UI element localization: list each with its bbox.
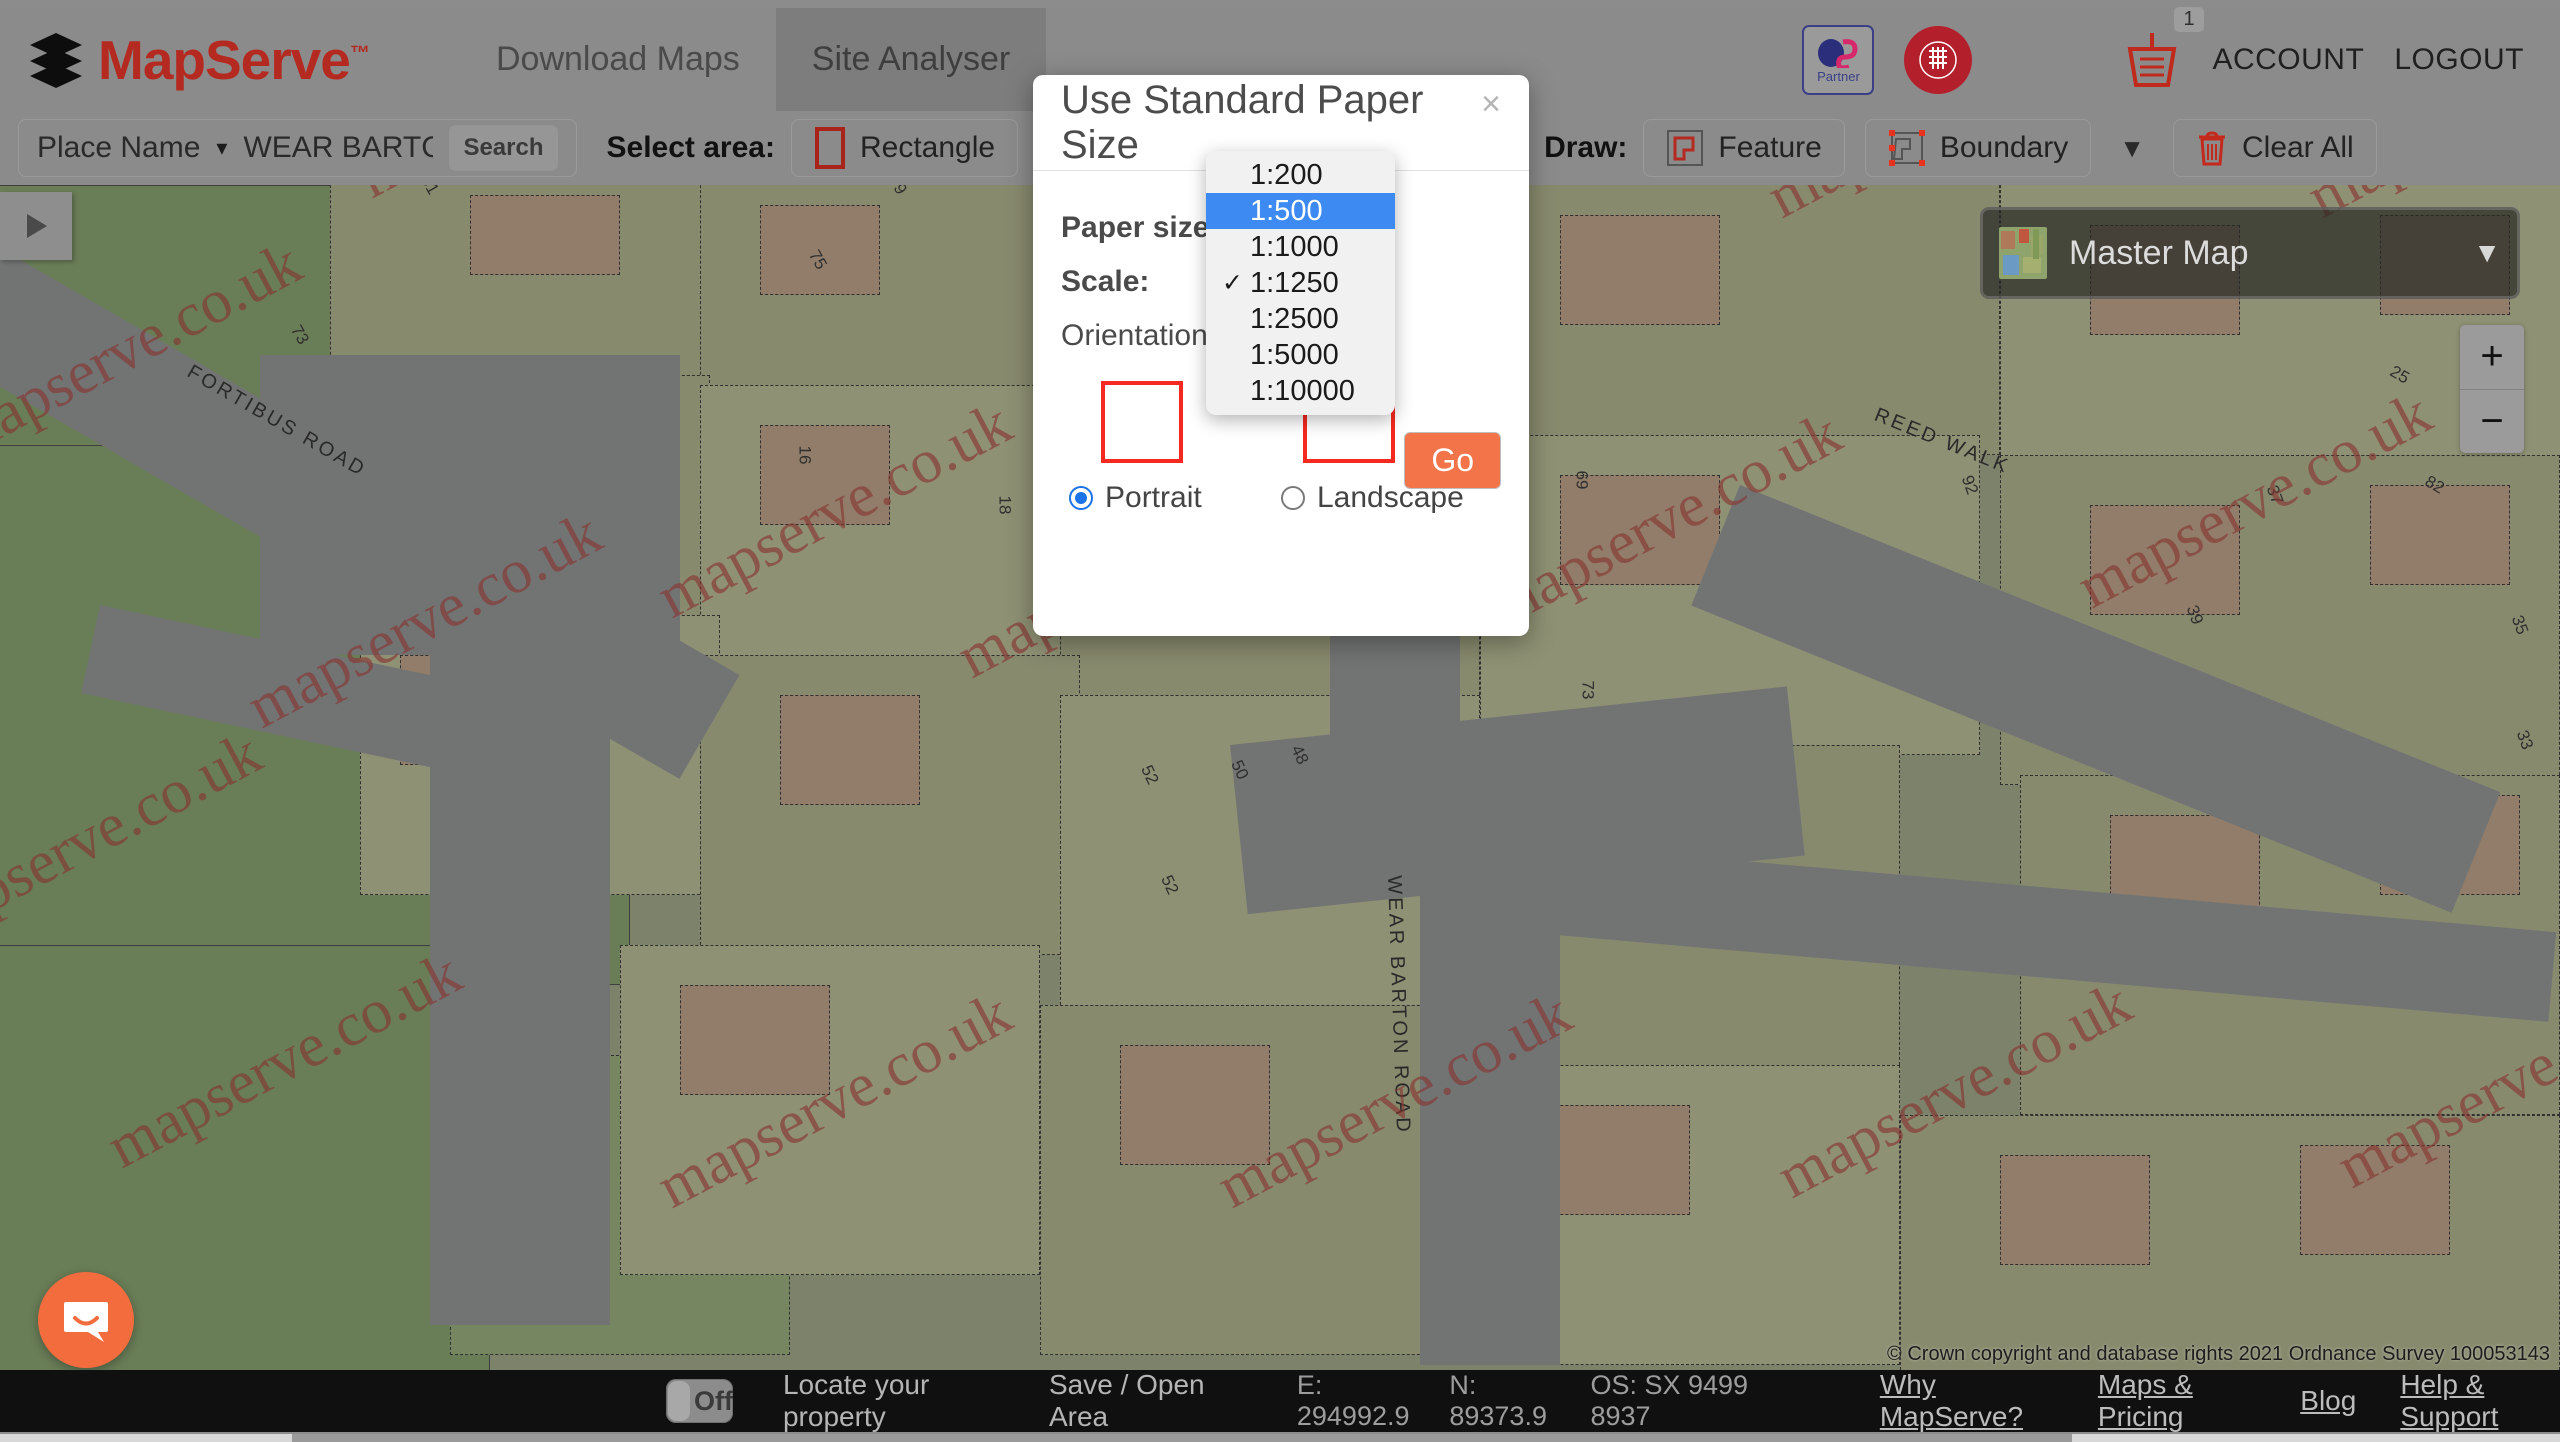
easting-value: E: 294992.9 [1296,1370,1410,1431]
blog-link[interactable]: Blog [2300,1385,2356,1417]
paper-size-label: Paper size: [1061,211,1220,244]
trademark-symbol: ™ [349,42,370,65]
toggle-knob [668,1381,690,1421]
scale-option-label: 1:1000 [1250,230,1339,263]
landscape-radio[interactable] [1281,486,1305,510]
side-panel-toggle-button[interactable] [0,192,72,260]
trash-icon [2198,131,2225,166]
scale-option-label: 1:10000 [1250,374,1355,407]
riba-seal-icon [1912,33,1965,86]
logo[interactable]: MapServe™ [0,28,460,92]
chevron-down-icon: ▼ [2473,237,2501,268]
header-right-group: Partner 1 ACCOUNT LOGOUT [1802,6,2560,95]
house-number: 69 [1572,470,1592,490]
feature-label: Feature [1718,131,1822,164]
os-logo-icon [1818,39,1858,68]
os-grid-value: OS: SX 9499 8937 [1590,1370,1749,1431]
draw-feature-button[interactable]: Feature [1643,119,1845,177]
maps-pricing-link[interactable]: Maps & Pricing [2098,1369,2256,1433]
scale-option-label: 1:2500 [1250,302,1339,335]
rectangle-label: Rectangle [859,131,996,164]
basket-count-badge: 1 [2174,6,2204,32]
basket[interactable]: 1 [2122,6,2204,91]
layer-thumbnail [1999,227,2047,279]
house-number: 73 [1578,680,1598,700]
close-icon[interactable]: × [1481,85,1501,124]
draw-options-caret[interactable]: ▼ [2119,133,2145,164]
feature-icon [1667,130,1704,166]
portrait-preview-icon [1101,381,1183,463]
search-button[interactable]: Search [449,125,558,171]
scale-option-label: 1:200 [1250,158,1323,191]
scale-option[interactable]: 1:1000 [1206,229,1395,265]
select-area-rectangle-button[interactable]: Rectangle [790,119,1019,177]
scale-option-label: 1:1250 [1250,266,1339,299]
scale-label: Scale: [1061,265,1150,298]
orientation-label: Orientation [1061,319,1208,352]
select-area-label: Select area: [606,131,775,164]
draw-label: Draw: [1544,131,1628,164]
zoom-controls: + − [2460,325,2524,453]
locate-property-toggle[interactable]: Off [666,1379,733,1423]
os-partner-badge: Partner [1802,24,1875,95]
scale-option[interactable]: 1:200 [1206,157,1395,193]
house-number: 16 [795,445,815,465]
main-nav: Download Maps Site Analyser [460,8,1047,111]
chat-launcher-button[interactable] [38,1272,134,1368]
layer-selector[interactable]: Master Map ▼ [1980,207,2520,299]
boundary-icon [1888,130,1925,166]
toggle-state-label: Off [694,1385,733,1416]
layer-selector-label: Master Map [2069,233,2249,272]
portrait-label: Portrait [1105,481,1202,514]
status-bar: Off Locate your property Save / Open Are… [0,1369,2560,1433]
scale-option[interactable]: ✓ 1:1250 [1206,265,1395,301]
map-thumbnail-icon [1999,227,2047,279]
chevron-down-icon[interactable]: ▾ [216,135,227,161]
app-root: FORTIBUS ROAD WEAR BARTON ROAD REED WALK… [0,0,2560,1442]
search-input[interactable] [243,131,434,165]
check-icon: ✓ [1222,269,1243,297]
nav-item-download-maps[interactable]: Download Maps [460,8,776,111]
go-button[interactable]: Go [1404,432,1501,489]
boundary-label: Boundary [1939,131,2069,164]
house-number: 18 [995,495,1015,515]
play-triangle-icon [27,214,47,238]
draw-boundary-button[interactable]: Boundary [1864,119,2092,177]
zoom-in-button[interactable]: + [2460,325,2524,389]
nav-item-site-analyser[interactable]: Site Analyser [775,8,1047,111]
zoom-out-button[interactable]: − [2460,388,2524,454]
intercom-chat-icon [64,1302,108,1342]
portrait-radio-line[interactable]: Portrait [1069,481,1202,515]
clear-all-button[interactable]: Clear All [2172,119,2377,177]
scale-option-label: 1:5000 [1250,338,1339,371]
scale-option-label: 1:500 [1250,194,1323,227]
clear-all-label: Clear All [2241,131,2354,164]
scale-option[interactable]: 1:2500 [1206,301,1395,337]
os-partner-label: Partner [1817,69,1860,84]
logo-wordmark: MapServe [98,28,351,91]
riba-cpd-badge [1904,25,1973,94]
rectangle-icon [814,127,845,169]
layers-icon [30,32,82,88]
scale-option[interactable]: 1:5000 [1206,337,1395,373]
search-group: Place Name ▾ Search [18,119,577,177]
scale-dropdown-popup[interactable]: 1:200 1:500 1:1000 ✓ 1:1250 1:2500 1:500… [1206,151,1395,415]
logout-link[interactable]: LOGOUT [2394,43,2524,77]
locate-property-label: Locate your property [782,1369,930,1432]
portrait-radio[interactable] [1069,486,1093,510]
help-support-link[interactable]: Help & Support [2400,1369,2560,1433]
account-link[interactable]: ACCOUNT [2212,43,2364,77]
logo-text: MapServe™ [98,28,370,92]
place-name-dropdown-label[interactable]: Place Name [37,131,200,165]
scale-option[interactable]: 1:10000 [1206,373,1395,409]
map-copyright: © Crown copyright and database rights 20… [1887,1343,2550,1365]
why-mapserve-link[interactable]: Why MapServe? [1880,1369,2054,1433]
northing-value: N: 89373.9 [1449,1370,1547,1431]
save-open-area-link[interactable]: Save / Open Area [1049,1369,1235,1433]
scale-option[interactable]: 1:500 [1206,193,1395,229]
basket-icon [2128,32,2177,87]
horizontal-scrollbar-thumb[interactable] [292,1434,2072,1442]
